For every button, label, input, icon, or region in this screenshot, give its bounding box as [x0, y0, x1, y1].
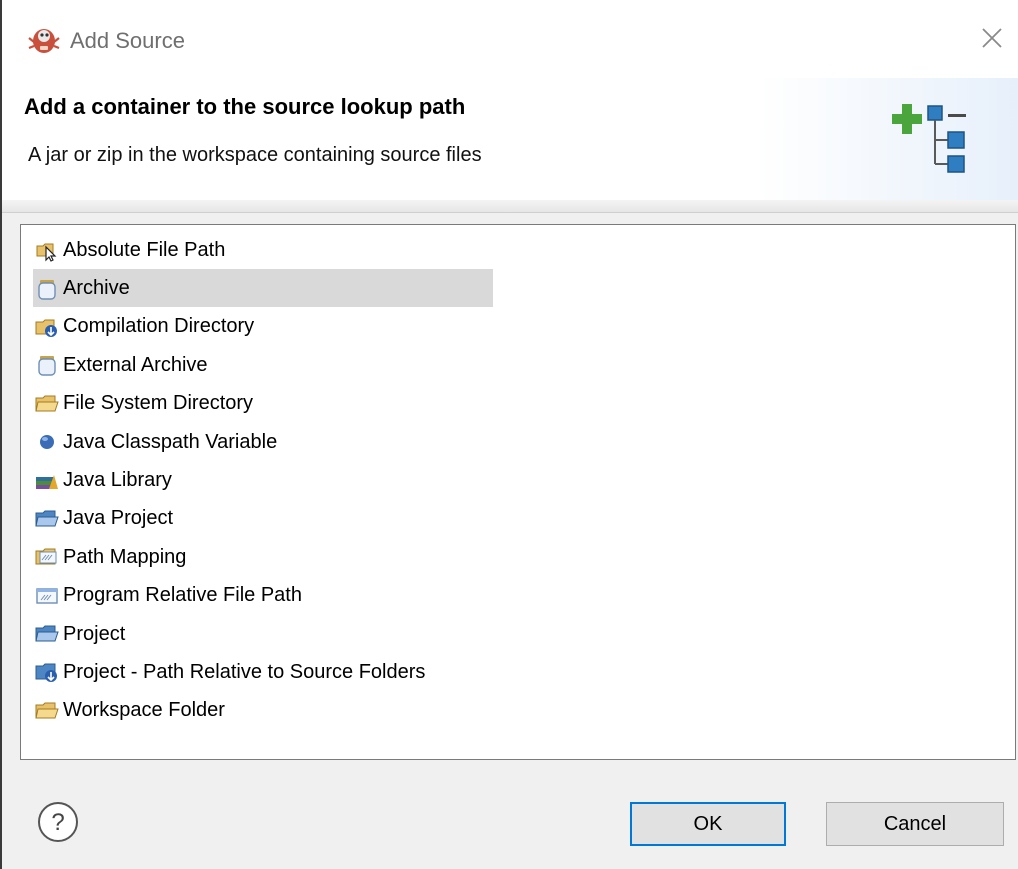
list-item-label: Absolute File Path: [63, 238, 226, 261]
absolute-file-path-icon: [36, 243, 57, 262]
add-source-dialog: Add Source Add a container to the source…: [0, 0, 1018, 869]
list-item[interactable]: Path Mapping: [21, 538, 1015, 576]
list-item-label: Java Classpath Variable: [63, 430, 278, 453]
list-item-label: File System Directory: [63, 392, 254, 415]
list-item-label: Java Project: [63, 507, 174, 530]
list-item[interactable]: Java Library: [21, 461, 1015, 499]
close-icon[interactable]: [972, 18, 1012, 58]
title-bar: Add Source: [2, 0, 1018, 78]
project-folder-icon: [35, 625, 59, 642]
classpath-variable-icon: [40, 435, 54, 450]
ok-button[interactable]: OK: [630, 802, 786, 846]
list-item-label: Project: [63, 622, 126, 645]
list-item[interactable]: Java Classpath Variable: [21, 423, 1015, 461]
list-item-label: Program Relative File Path: [63, 584, 302, 607]
workspace-folder-icon: [35, 702, 59, 719]
cancel-button[interactable]: Cancel: [826, 802, 1004, 846]
list-item-label: Path Mapping: [63, 545, 187, 568]
archive-jar-icon: [38, 279, 56, 300]
list-item[interactable]: Project - Path Relative to Source Folder…: [21, 653, 1015, 691]
list-item-label: Archive: [63, 277, 130, 300]
folder-icon: [35, 395, 59, 412]
list-item[interactable]: Project: [21, 615, 1015, 653]
list-item[interactable]: Java Project: [21, 500, 1015, 538]
external-archive-icon: [38, 356, 56, 377]
list-item-label: Workspace Folder: [63, 699, 225, 722]
list-item-label: Project - Path Relative to Source Folder…: [63, 660, 426, 683]
java-library-icon: [36, 474, 58, 489]
list-item-label: Compilation Directory: [63, 315, 255, 338]
header-banner: Add a container to the source lookup pat…: [2, 78, 1018, 200]
list-item[interactable]: Archive: [21, 269, 1015, 308]
path-mapping-icon: [35, 548, 57, 565]
project-relative-path-icon: [35, 663, 57, 683]
banner-description: A jar or zip in the workspace containing…: [28, 144, 482, 166]
add-container-icon: [892, 104, 966, 173]
program-relative-path-icon: [36, 588, 58, 604]
list-item[interactable]: Absolute File Path: [21, 231, 1015, 269]
dialog-title: Add Source: [70, 28, 185, 53]
list-item[interactable]: Compilation Directory: [21, 308, 1015, 346]
list-item[interactable]: External Archive: [21, 346, 1015, 384]
list-item-label: External Archive: [63, 353, 208, 376]
source-type-list[interactable]: Absolute File Path Archive Compilation D…: [20, 224, 1016, 760]
list-item[interactable]: Workspace Folder: [21, 692, 1015, 730]
help-icon[interactable]: ?: [36, 800, 80, 844]
list-item[interactable]: Program Relative File Path: [21, 577, 1015, 615]
banner-separator: [2, 200, 1018, 213]
compilation-directory-icon: [35, 319, 57, 337]
banner-title: Add a container to the source lookup pat…: [24, 94, 466, 119]
list-item-label: Java Library: [63, 469, 172, 492]
list-item[interactable]: File System Directory: [21, 385, 1015, 423]
svg-text:?: ?: [51, 809, 64, 836]
eclipse-debug-icon: [28, 29, 60, 53]
java-project-icon: [35, 510, 59, 527]
